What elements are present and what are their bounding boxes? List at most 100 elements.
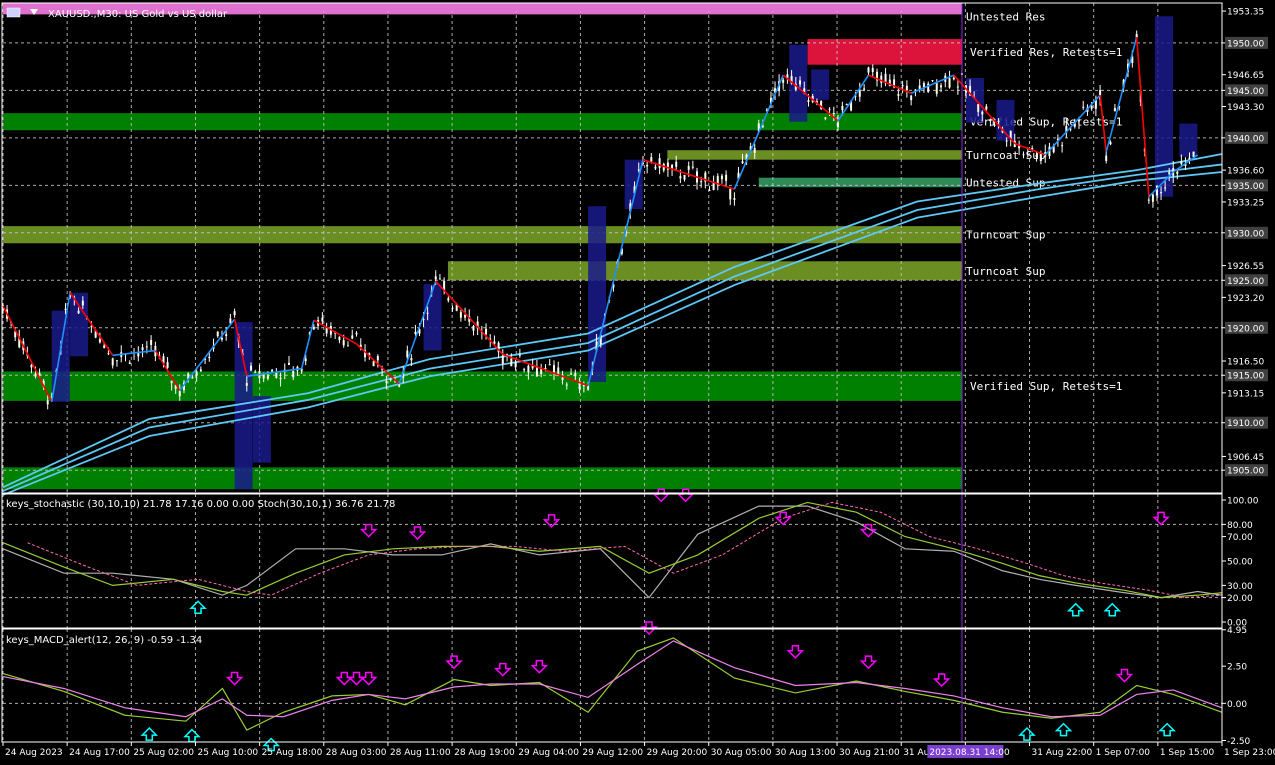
candle-body (510, 358, 513, 367)
zone-label: Untested Res (966, 10, 1045, 23)
candle-body (1147, 199, 1150, 201)
zone-red (807, 39, 962, 65)
candle-body (304, 358, 307, 362)
zone-dark_green (3, 467, 962, 490)
stochastic-tick-label: 70.00 (1227, 533, 1253, 543)
macd-tick-label: -2.50 (1227, 737, 1251, 747)
time-tick-label: 29 Aug 04:00 (518, 748, 579, 758)
candle-body (342, 340, 345, 346)
candle-body (691, 166, 694, 168)
price-tick-label: 1930.00 (1227, 229, 1264, 239)
candle-body (910, 95, 913, 101)
price-tick-label: 1915.00 (1227, 372, 1264, 382)
zone-label: Verified Res, Retests=1 (970, 46, 1122, 59)
candle-body (650, 157, 653, 162)
candle-body (1109, 142, 1112, 145)
candle-body (1026, 154, 1029, 156)
candle-body (355, 332, 358, 335)
candle-body (845, 104, 848, 106)
time-tick-label: 24 Aug 17:00 (69, 748, 130, 758)
time-tick-label: 1 Sep 15:00 (1160, 748, 1215, 758)
price-tick-label: 1946.65 (1227, 71, 1264, 81)
price-tick-label: 1916.50 (1227, 358, 1264, 368)
candle-body (426, 312, 429, 314)
swing-box (996, 99, 1015, 141)
price-tick-label: 1910.00 (1227, 419, 1264, 429)
candle-body (338, 336, 341, 341)
candle-body (275, 372, 278, 378)
candle-body (570, 373, 573, 375)
candle-body (956, 86, 959, 88)
macd-tick-label: 2.50 (1227, 663, 1247, 673)
price-tick-label: 1925.00 (1227, 277, 1264, 287)
candle-body (98, 339, 101, 343)
candle-body (1164, 187, 1167, 189)
time-tick-label: 28 Aug 19:00 (454, 748, 515, 758)
time-tick-label: 30 Aug 13:00 (775, 748, 836, 758)
cursor-time-label: 2023.08.31 14:00 (929, 748, 1010, 758)
candle-body (220, 337, 223, 340)
time-tick-label: 29 Aug 12:00 (582, 748, 643, 758)
candle-body (940, 85, 943, 88)
candle-body (410, 358, 413, 361)
time-tick-label: 25 Aug 02:00 (133, 748, 194, 758)
candle-body (216, 331, 219, 337)
candle-body (389, 379, 392, 381)
time-tick-label: 29 Aug 20:00 (647, 748, 708, 758)
candle-body (799, 80, 802, 85)
candle-body (867, 67, 870, 73)
zone-dark_green (3, 113, 962, 131)
price-tick-label: 1933.25 (1227, 198, 1264, 208)
candle-body (107, 353, 110, 355)
candle-body (30, 364, 33, 368)
swing-box (1154, 16, 1173, 197)
candle-body (81, 300, 84, 306)
candle-body (1176, 171, 1179, 175)
time-tick-label: 1 Sep 07:00 (1096, 748, 1151, 758)
candle-body (782, 79, 785, 83)
candle-body (250, 365, 253, 371)
candle-body (841, 105, 844, 111)
flag-icon (6, 7, 21, 18)
candle-body (279, 377, 282, 380)
stochastic-tick-label: 30.00 (1227, 582, 1253, 592)
candle-body (863, 88, 866, 90)
candle-body (321, 317, 324, 322)
candle-body (832, 113, 835, 115)
candle-body (406, 350, 409, 358)
candle-body (485, 328, 488, 335)
candle-body (901, 85, 904, 87)
candle-body (77, 310, 80, 314)
zone-olive (667, 150, 962, 160)
candle-body (935, 83, 938, 94)
price-tick-label: 1913.15 (1227, 389, 1264, 399)
candle-body (111, 358, 114, 366)
candle-body (1168, 172, 1171, 174)
candle-body (871, 67, 874, 72)
price-tick-label: 1936.60 (1227, 167, 1264, 177)
price-tick-label: 1945.00 (1227, 87, 1264, 97)
swing-box (1179, 123, 1198, 157)
candle-body (170, 380, 173, 384)
candle-body (637, 169, 640, 171)
chart-title: XAUUSD.,M30: US Gold vs US dollar (48, 9, 228, 20)
stochastic-title: keys_stochastic (30,10,10) 21.78 17.16 0… (6, 499, 395, 510)
candle-body (141, 347, 144, 350)
swing-box (624, 159, 643, 210)
candle-body (753, 148, 756, 153)
candle-body (720, 175, 723, 180)
swing-box (811, 69, 830, 100)
time-tick-label: 31 Aug 22:00 (1032, 748, 1093, 758)
candle-body (128, 362, 131, 364)
time-tick-label: 28 Aug 03:00 (326, 748, 387, 758)
candle-body (989, 118, 992, 122)
price-tick-label: 1905.00 (1227, 467, 1264, 477)
candle-body (552, 365, 555, 373)
chart-canvas[interactable]: Untested Res Verified Res, Retests=1 Verif… (0, 0, 1275, 761)
macd-tick-label: 0.00 (1227, 700, 1247, 710)
candle-body (518, 354, 521, 356)
candle-body (880, 75, 883, 83)
candle-body (523, 369, 526, 371)
price-tick-label: 1920.00 (1227, 324, 1264, 334)
price-tick-label: 1906.45 (1227, 453, 1264, 463)
